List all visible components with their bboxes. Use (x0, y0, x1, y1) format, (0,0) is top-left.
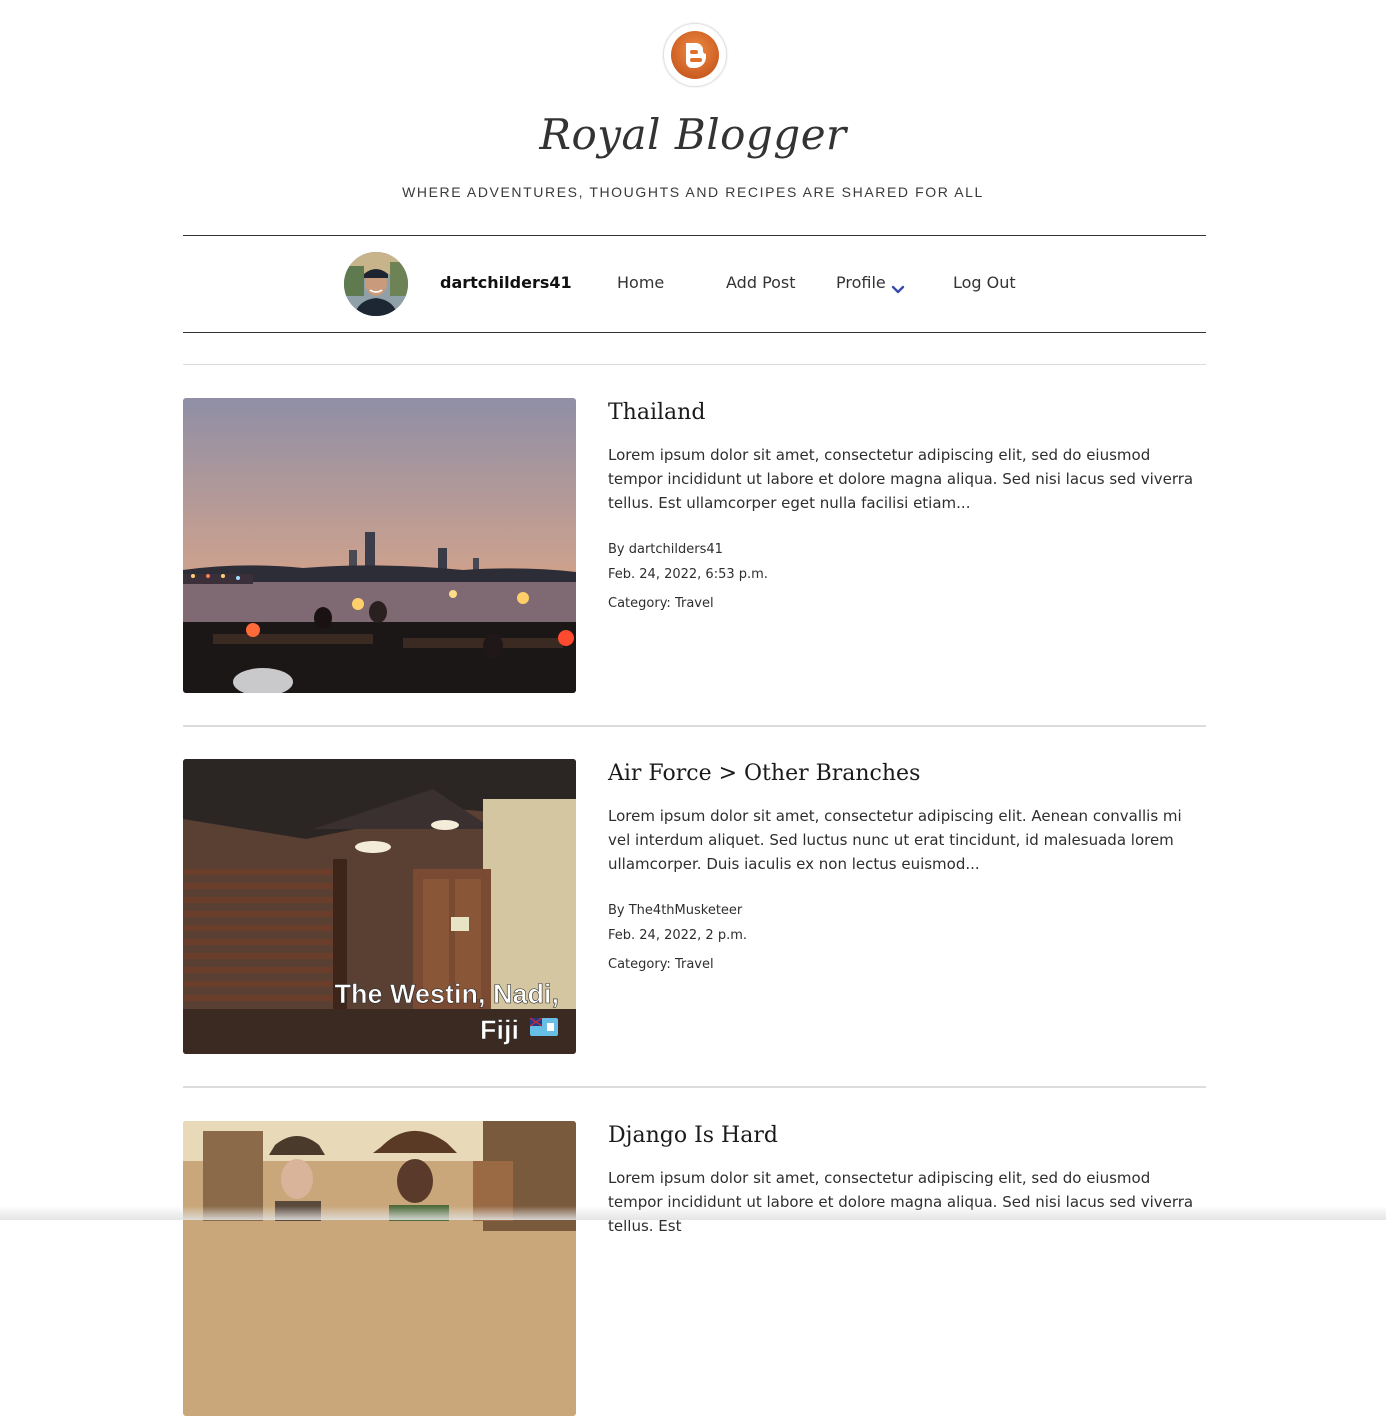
post-image-thailand[interactable] (183, 398, 576, 693)
site-logo[interactable] (663, 23, 727, 87)
chevron-down-icon[interactable] (891, 280, 905, 299)
post-author: By The4thMusketeer (608, 903, 743, 918)
post-author: By dartchilders41 (608, 542, 723, 557)
post-category: Category: Travel (608, 596, 714, 611)
site-tagline: WHERE ADVENTURES, THOUGHTS AND RECIPES A… (402, 184, 984, 200)
blogger-logo-icon (671, 31, 719, 79)
post-title[interactable]: Django Is Hard (608, 1121, 778, 1151)
viewport-bottom-edge (0, 1206, 1386, 1220)
nav-add-post-link[interactable]: Add Post (726, 273, 796, 292)
post-image-django[interactable] (183, 1121, 576, 1416)
post-image-air-force[interactable]: The Westin, Nadi, Fiji (183, 759, 576, 1054)
post-title[interactable]: Air Force > Other Branches (608, 759, 920, 789)
post-divider (183, 1086, 1206, 1088)
post-title[interactable]: Thailand (608, 398, 705, 428)
image-caption-line1: The Westin, Nadi, (334, 979, 559, 1009)
nav-top-divider (183, 235, 1206, 236)
nav-logout-link[interactable]: Log Out (953, 273, 1016, 292)
post-excerpt: Lorem ipsum dolor sit amet, consectetur … (608, 446, 1194, 512)
username[interactable]: dartchilders41 (440, 273, 572, 292)
fiji-flag-icon (529, 1017, 558, 1036)
post-excerpt: Lorem ipsum dolor sit amet, consectetur … (608, 807, 1182, 873)
post-date: Feb. 24, 2022, 2 p.m. (608, 928, 748, 943)
image-caption-line2: Fiji (480, 1015, 519, 1045)
post-category: Category: Travel (608, 957, 714, 972)
avatar[interactable] (344, 252, 408, 316)
user-avatar-photo (344, 252, 408, 316)
site-title[interactable]: Royal Blogger (0, 110, 1386, 159)
nav-profile-dropdown[interactable]: Profile (836, 273, 886, 292)
post-excerpt: Lorem ipsum dolor sit amet, consectetur … (608, 1169, 1194, 1235)
nav-bottom-divider (183, 332, 1206, 333)
nav-home-link[interactable]: Home (617, 273, 664, 292)
post-divider (183, 725, 1206, 727)
post-date: Feb. 24, 2022, 6:53 p.m. (608, 567, 768, 582)
content-top-divider (183, 364, 1206, 365)
